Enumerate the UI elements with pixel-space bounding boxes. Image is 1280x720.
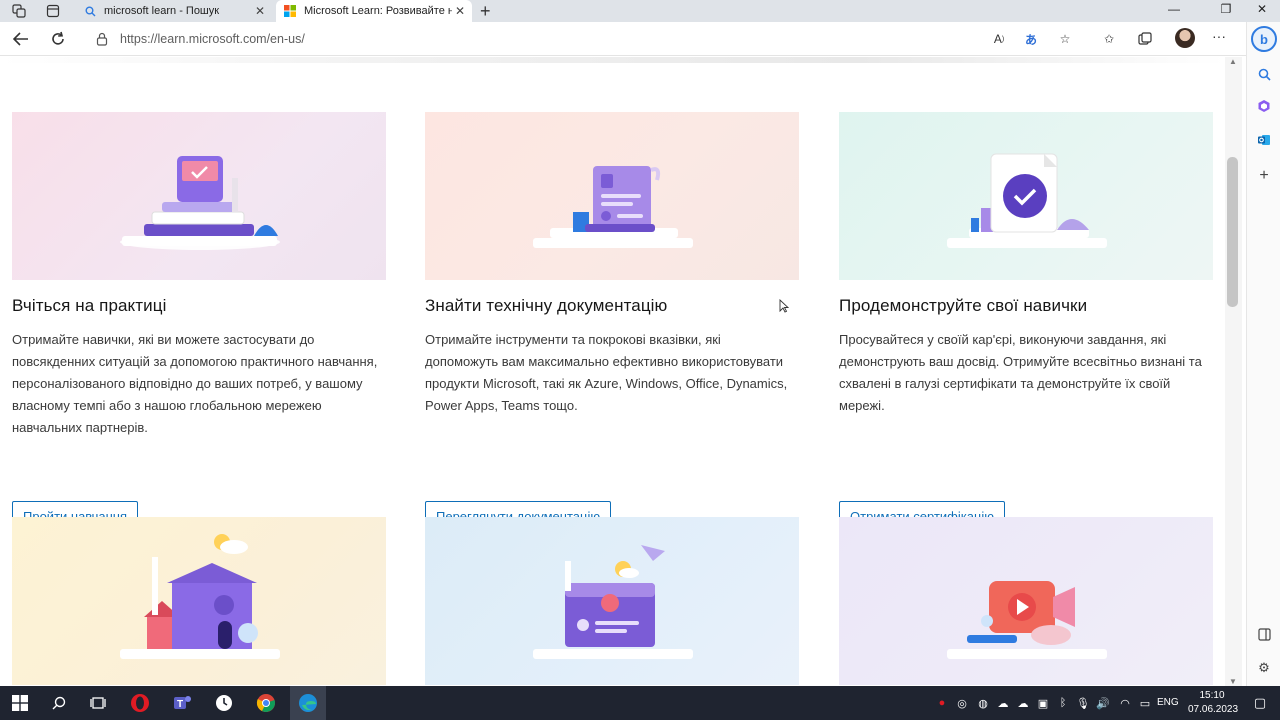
svg-text:T: T <box>177 699 183 710</box>
bing-chat-icon[interactable]: b <box>1251 26 1277 52</box>
clock-date: 07.06.2023 <box>1188 704 1239 715</box>
tab-actions-icon[interactable] <box>44 2 62 20</box>
back-arrow-icon[interactable] <box>11 29 31 49</box>
tray-chrome-icon[interactable]: ◎ <box>954 695 970 711</box>
card-learn-practice: Вчіться на практиці Отримайте навички, я… <box>12 112 386 531</box>
card-q-and-a <box>425 517 799 685</box>
illustration-certification <box>839 112 1213 280</box>
tab-search[interactable]: microsoft learn - Пошук ✕ <box>76 0 272 22</box>
translate-icon[interactable]: あ <box>1022 31 1040 47</box>
wifi-icon[interactable]: ◠ <box>1117 695 1133 711</box>
illustration-shows <box>839 517 1213 685</box>
illustration-training <box>12 112 386 280</box>
lock-icon[interactable] <box>96 32 110 46</box>
windows-start-icon[interactable] <box>8 691 32 715</box>
settings-gear-icon[interactable]: ⚙ <box>1254 658 1274 678</box>
favorites-icon[interactable]: ✩ <box>1100 31 1118 47</box>
read-aloud-icon[interactable]: A) <box>990 31 1008 47</box>
tray-onedrive-icon[interactable]: ☁ <box>995 695 1011 711</box>
illustration-community <box>12 517 386 685</box>
card-description: Отримайте навички, які ви можете застосу… <box>12 332 378 435</box>
address-bar: https://learn.microsoft.com/en-us/ A) あ … <box>0 22 1246 56</box>
office-icon[interactable] <box>1254 96 1274 116</box>
collections-icon[interactable] <box>1136 31 1154 47</box>
scroll-up-icon[interactable]: ▲ <box>1229 57 1237 66</box>
card-title: Продемонструйте свої навички <box>839 296 1088 315</box>
clock-app-icon[interactable] <box>212 691 236 715</box>
tray-cloud-icon[interactable]: ☁ <box>1015 695 1031 711</box>
teams-icon[interactable]: T <box>170 691 194 715</box>
language-indicator[interactable]: ENG <box>1157 697 1179 708</box>
favorite-star-icon[interactable]: ☆ <box>1056 31 1074 47</box>
page-scrollbar[interactable]: ▲ ▼ <box>1225 57 1242 686</box>
workspaces-icon[interactable] <box>10 2 28 20</box>
bluetooth-icon[interactable]: ᛒ <box>1055 695 1071 711</box>
card-description: Просувайтеся у своїй кар'єрі, виконуючи … <box>839 332 1202 413</box>
refresh-icon[interactable] <box>48 29 68 49</box>
scroll-thumb[interactable] <box>1227 157 1238 307</box>
add-sidebar-app-icon[interactable]: + <box>1254 166 1274 186</box>
mouse-cursor-icon <box>779 299 789 313</box>
outlook-icon[interactable] <box>1254 130 1274 150</box>
clock-time: 15:10 <box>1199 690 1225 701</box>
profile-avatar[interactable] <box>1175 28 1195 48</box>
card-title: Вчіться на практиці <box>12 296 167 315</box>
scroll-down-icon[interactable]: ▼ <box>1229 677 1237 686</box>
edge-icon[interactable] <box>296 691 320 715</box>
battery-icon[interactable]: ▭ <box>1137 695 1153 711</box>
illustration-documentation <box>425 112 799 280</box>
microsoft-logo-icon <box>284 5 296 17</box>
card-show-skills: Продемонструйте свої навички Просувайтес… <box>839 112 1213 531</box>
new-tab-plus-icon[interactable]: + <box>480 1 491 22</box>
windows-taskbar: T ● ◎ ◍ ☁ ☁ ▣ ᛒ 🎙 🔊 ◠ ▭ ENG 15:10 07.06.… <box>0 686 1280 720</box>
tab-strip: microsoft learn - Пошук ✕ Microsoft Lear… <box>0 0 1280 22</box>
illustration-q-and-a <box>425 517 799 685</box>
mic-icon[interactable]: 🎙 <box>1075 695 1091 711</box>
tray-network-app-icon[interactable]: ◍ <box>975 695 991 711</box>
volume-icon[interactable]: 🔊 <box>1095 695 1111 711</box>
tray-teams-icon[interactable]: ▣ <box>1035 695 1051 711</box>
url-field[interactable]: https://learn.microsoft.com/en-us/ <box>86 26 1086 52</box>
hide-sidebar-icon[interactable] <box>1254 624 1274 644</box>
more-options-icon[interactable]: ··· <box>1212 28 1226 44</box>
close-tab-icon[interactable]: ✕ <box>252 4 268 18</box>
card-find-docs: Знайти технічну документацію Отримайте і… <box>425 112 799 531</box>
close-window-icon[interactable]: ✕ <box>1244 2 1280 16</box>
search-icon <box>84 5 96 17</box>
page-viewport: Вчіться на практиці Отримайте навички, я… <box>0 57 1225 686</box>
maximize-icon[interactable]: ❐ <box>1208 2 1244 16</box>
url-text: https://learn.microsoft.com/en-us/ <box>120 32 305 46</box>
card-description: Отримайте інструменти та покрокові вказі… <box>425 332 788 413</box>
opera-icon[interactable] <box>128 691 152 715</box>
search-icon[interactable] <box>1254 64 1274 84</box>
notifications-icon[interactable]: ▢ <box>1250 693 1270 713</box>
tab-microsoft-learn[interactable]: Microsoft Learn: Розвивайте нав ✕ <box>276 0 472 22</box>
edge-sidebar: b + ⚙ <box>1246 22 1280 686</box>
tab-title: Microsoft Learn: Розвивайте нав <box>304 5 452 17</box>
tab-title: microsoft learn - Пошук <box>104 5 220 17</box>
chrome-icon[interactable] <box>254 691 278 715</box>
minimize-icon[interactable]: — <box>1156 2 1192 16</box>
tray-app-icon[interactable]: ● <box>934 695 950 711</box>
system-clock[interactable]: 15:10 07.06.2023 <box>1188 689 1239 717</box>
card-shows <box>839 517 1213 685</box>
card-community <box>12 517 386 685</box>
task-view-icon[interactable] <box>86 691 110 715</box>
search-icon[interactable] <box>47 691 71 715</box>
close-tab-icon[interactable]: ✕ <box>452 4 468 18</box>
card-title: Знайти технічну документацію <box>425 296 668 315</box>
hero-image-edge <box>0 57 1225 63</box>
